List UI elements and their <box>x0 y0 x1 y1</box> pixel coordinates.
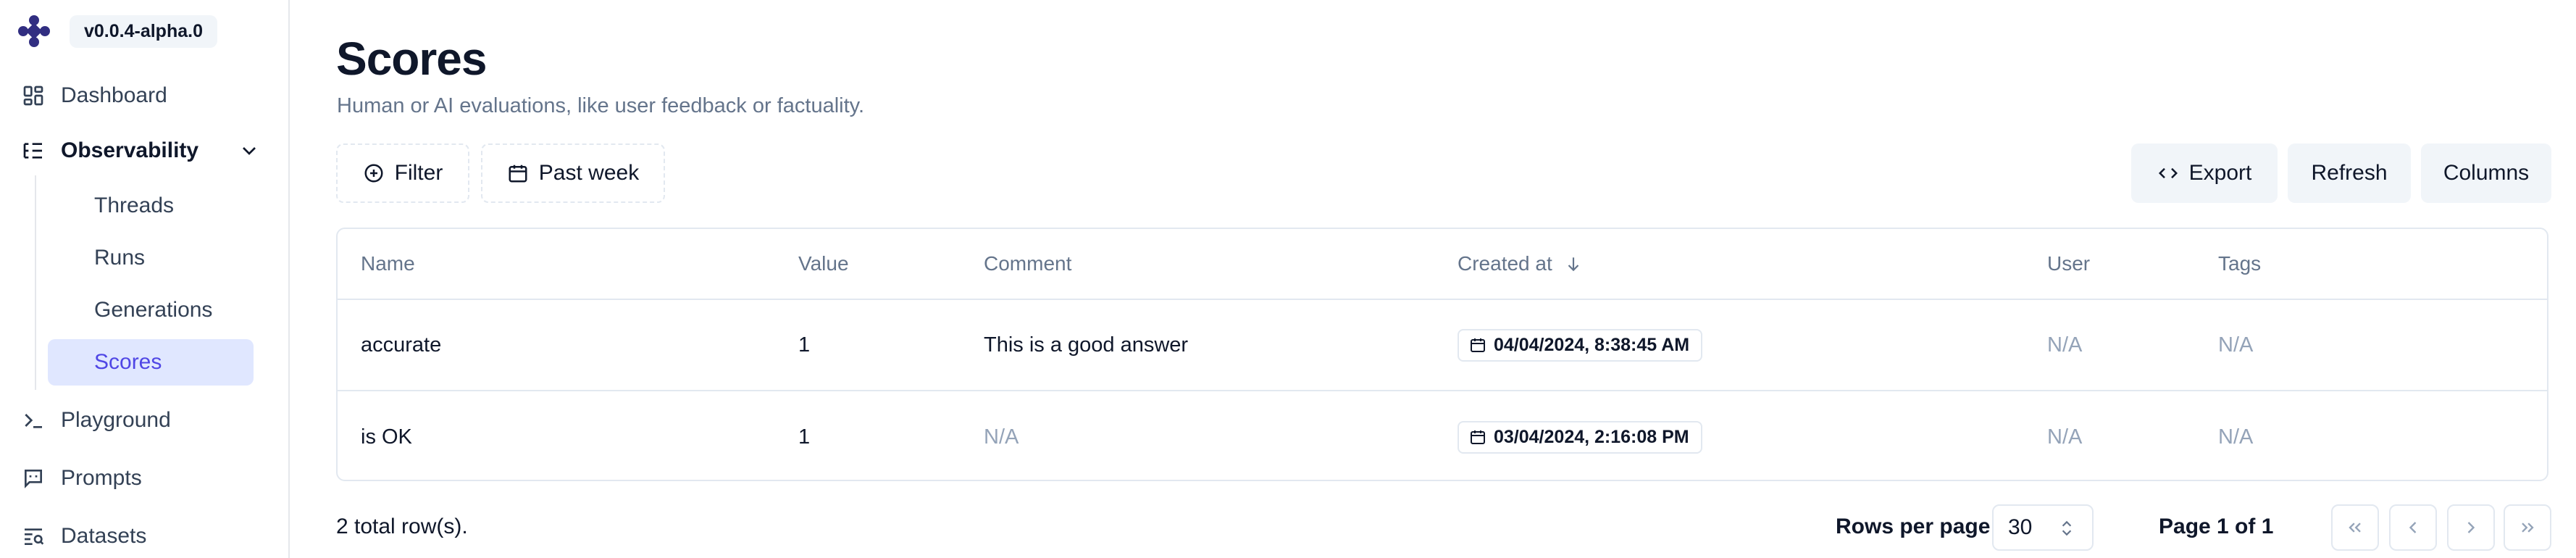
column-header-user[interactable]: User <box>2047 229 2090 299</box>
column-header-label: Created at <box>1458 252 1552 275</box>
sidebar-item-playground[interactable]: Playground <box>20 397 267 444</box>
export-label: Export <box>2188 161 2252 185</box>
rows-per-page-select[interactable]: 30 <box>1992 504 2094 551</box>
next-page-button[interactable] <box>2447 504 2495 551</box>
dashboard-icon <box>20 83 46 109</box>
main-content: Scores Human or AI evaluations, like use… <box>290 0 2576 558</box>
sidebar-item-runs[interactable]: Runs <box>48 235 254 281</box>
sidebar-item-datasets[interactable]: Datasets <box>20 513 267 558</box>
sidebar-item-label: Datasets <box>61 524 147 548</box>
rows-per-page-value: 30 <box>2008 515 2033 539</box>
column-header-comment[interactable]: Comment <box>984 229 1071 299</box>
subnav-divider <box>35 175 36 390</box>
observability-icon <box>20 138 46 164</box>
refresh-button[interactable]: Refresh <box>2288 143 2411 203</box>
calendar-icon <box>1471 338 1485 352</box>
export-button[interactable]: Export <box>2131 143 2278 203</box>
filter-label: Filter <box>394 161 443 185</box>
columns-button[interactable]: Columns <box>2421 143 2551 203</box>
chevron-left-icon <box>2409 522 2417 533</box>
sidebar-item-observability[interactable]: Observability <box>20 128 267 174</box>
cell-value: 1 <box>798 425 811 449</box>
datasets-icon <box>20 523 46 549</box>
date-text: 03/04/2024, 2:16:08 PM <box>1494 426 1689 447</box>
scores-table: Name Value Comment Created at User Tags … <box>336 228 2548 481</box>
column-header-created-at[interactable]: Created at <box>1458 229 1583 299</box>
sidebar-item-label: Scores <box>94 350 162 374</box>
date-text: 04/04/2024, 8:38:45 AM <box>1494 334 1690 355</box>
table-header: Name Value Comment Created at User Tags <box>338 229 2547 300</box>
cell-user: N/A <box>2047 425 2083 449</box>
rows-per-page-label: Rows per page <box>1836 515 1991 538</box>
first-page-button[interactable] <box>2331 504 2379 551</box>
page-subtitle: Human or AI evaluations, like user feedb… <box>337 94 865 117</box>
refresh-label: Refresh <box>2311 161 2388 185</box>
chevrons-left-icon <box>2349 522 2361 533</box>
cell-name: is OK <box>361 425 412 449</box>
plus-circle-icon <box>364 164 383 183</box>
chevrons-up-down-icon <box>2062 520 2072 536</box>
column-header-value[interactable]: Value <box>798 229 849 299</box>
total-rows: 2 total row(s). <box>336 515 468 538</box>
cell-created-at: 04/04/2024, 8:38:45 AM <box>1458 300 1703 390</box>
date-range-button[interactable]: Past week <box>481 143 665 203</box>
sidebar-item-scores[interactable]: Scores <box>48 339 254 386</box>
date-range-label: Past week <box>538 161 640 185</box>
version-badge: v0.0.4-alpha.0 <box>70 14 217 48</box>
sidebar-item-label: Dashboard <box>61 83 167 107</box>
cell-comment: This is a good answer <box>984 333 1189 357</box>
brand: v0.0.4-alpha.0 <box>16 13 217 49</box>
prompts-icon <box>20 465 46 491</box>
cell-comment: N/A <box>984 425 1019 449</box>
terminal-icon <box>20 407 46 433</box>
table-row[interactable]: accurate 1 This is a good answer 04/04/2… <box>338 300 2547 391</box>
filter-button[interactable]: Filter <box>336 143 469 203</box>
code-icon <box>2158 167 2178 179</box>
columns-label: Columns <box>2443 161 2530 185</box>
chevron-right-icon <box>2467 522 2475 533</box>
sidebar: v0.0.4-alpha.0 Dashboard Observability T… <box>0 0 290 558</box>
cell-tags: N/A <box>2218 333 2254 357</box>
date-badge: 03/04/2024, 2:16:08 PM <box>1458 420 1702 454</box>
table-row[interactable]: is OK 1 N/A 03/04/2024, 2:16:08 PM N/A N… <box>338 391 2547 480</box>
sidebar-item-label: Generations <box>94 298 213 322</box>
sidebar-item-label: Runs <box>94 246 146 270</box>
calendar-icon <box>509 165 527 183</box>
last-page-button[interactable] <box>2504 504 2551 551</box>
cell-name: accurate <box>361 333 442 357</box>
chevrons-right-icon <box>2522 522 2534 533</box>
sidebar-item-dashboard[interactable]: Dashboard <box>20 72 267 119</box>
sidebar-item-label: Threads <box>94 193 175 217</box>
sidebar-item-label: Playground <box>61 408 171 432</box>
page-title: Scores <box>336 33 487 85</box>
cell-user: N/A <box>2047 333 2083 357</box>
previous-page-button[interactable] <box>2389 504 2437 551</box>
sidebar-item-label: Observability <box>61 138 199 162</box>
sidebar-item-prompts[interactable]: Prompts <box>20 455 267 501</box>
logo-icon[interactable] <box>16 13 52 49</box>
cell-created-at: 03/04/2024, 2:16:08 PM <box>1458 391 1702 480</box>
chevron-down-icon[interactable] <box>238 139 261 162</box>
cell-tags: N/A <box>2218 425 2254 449</box>
sidebar-item-label: Prompts <box>61 466 142 490</box>
column-header-tags[interactable]: Tags <box>2218 229 2261 299</box>
cell-value: 1 <box>798 333 811 357</box>
date-badge: 04/04/2024, 8:38:45 AM <box>1458 328 1703 362</box>
column-header-name[interactable]: Name <box>361 229 415 299</box>
sidebar-item-generations[interactable]: Generations <box>48 287 254 333</box>
calendar-icon <box>1471 430 1485 444</box>
page-indicator: Page 1 of 1 <box>2159 515 2274 538</box>
sidebar-item-threads[interactable]: Threads <box>48 183 254 229</box>
arrow-down-icon <box>1568 257 1579 272</box>
